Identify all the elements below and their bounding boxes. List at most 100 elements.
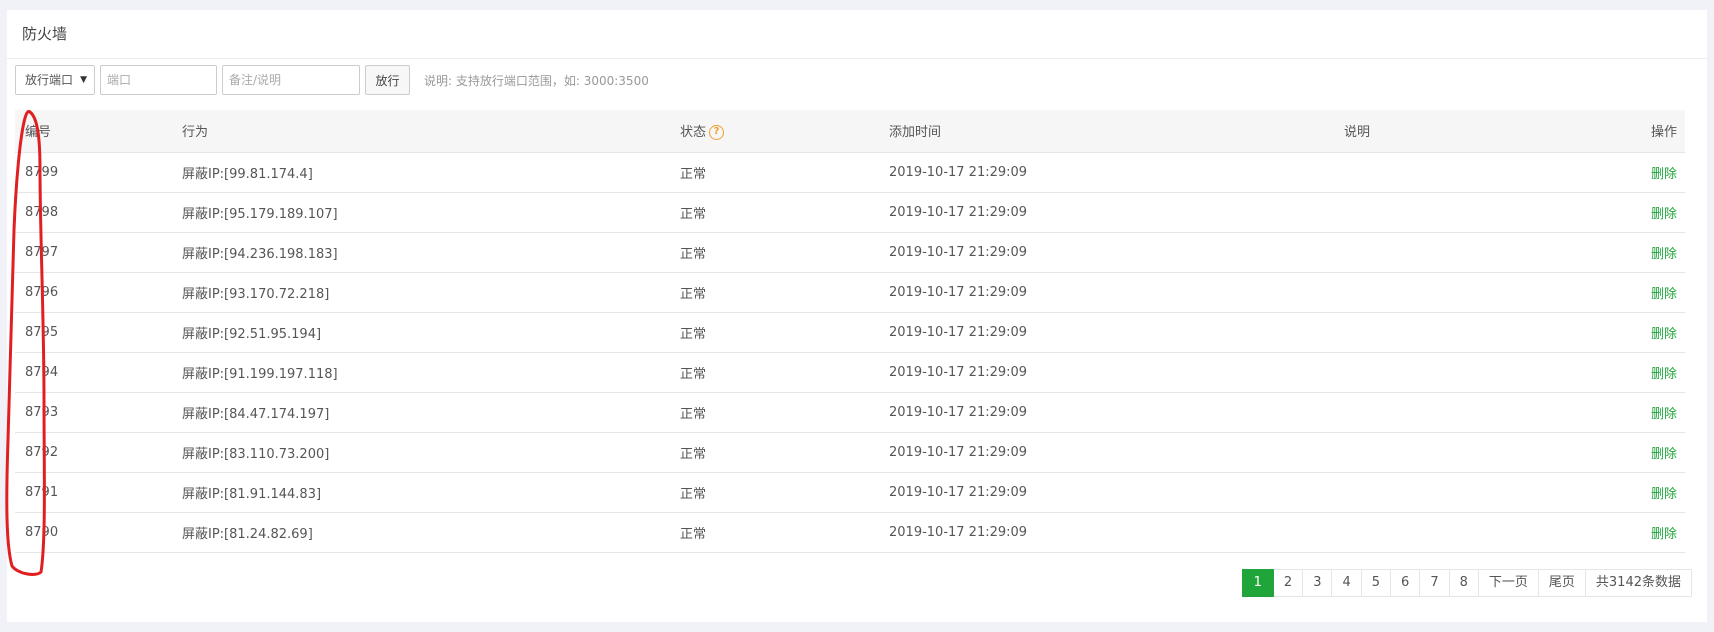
cell-status: 正常	[670, 232, 879, 273]
cell-id: 8799	[15, 152, 172, 193]
cell-action: 屏蔽IP:[93.170.72.218]	[172, 272, 670, 313]
page-5[interactable]: 5	[1361, 569, 1392, 597]
cell-time: 2019-10-17 21:29:09	[879, 512, 1334, 553]
cell-op: 删除	[1610, 232, 1685, 273]
delete-link[interactable]: 删除	[1651, 367, 1677, 382]
cell-id: 8798	[15, 192, 172, 233]
cell-action: 屏蔽IP:[83.110.73.200]	[172, 432, 670, 473]
cell-id: 8794	[15, 352, 172, 393]
cell-status: 正常	[670, 472, 879, 513]
port-input[interactable]	[100, 65, 217, 95]
table-row: 8795 屏蔽IP:[92.51.95.194] 正常 2019-10-17 21:2…	[15, 312, 1685, 353]
cell-status: 正常	[670, 392, 879, 433]
page-3[interactable]: 3	[1303, 569, 1333, 597]
cell-op: 删除	[1610, 392, 1685, 433]
pagination: 1 2 3 4 5 6 7 8 下一页 尾页 共3142条数据	[1241, 569, 1692, 597]
allow-button[interactable]: 放行	[365, 65, 410, 95]
cell-note	[1334, 272, 1610, 313]
cell-status: 正常	[670, 152, 879, 193]
cell-note	[1334, 152, 1610, 193]
cell-action: 屏蔽IP:[91.199.197.118]	[172, 352, 670, 393]
cell-action: 屏蔽IP:[92.51.95.194]	[172, 312, 670, 353]
cell-note	[1334, 472, 1610, 513]
rule-type-select[interactable]: 放行端口 ▼	[15, 65, 95, 95]
cell-op: 删除	[1610, 352, 1685, 393]
table-row: 8797 屏蔽IP:[94.236.198.183] 正常 2019-10-17 21…	[15, 232, 1685, 273]
page-8[interactable]: 8	[1449, 569, 1479, 597]
page-7[interactable]: 7	[1420, 569, 1450, 597]
header-time: 添加时间	[879, 110, 1334, 153]
cell-op: 删除	[1610, 472, 1685, 513]
table-row: 8794 屏蔽IP:[91.199.197.118] 正常 2019-10-17 21…	[15, 352, 1685, 393]
table-row: 8796 屏蔽IP:[93.170.72.218] 正常 2019-10-17 21:…	[15, 272, 1685, 313]
cell-action: 屏蔽IP:[99.81.174.4]	[172, 152, 670, 193]
page-6[interactable]: 6	[1391, 569, 1421, 597]
cell-op: 删除	[1610, 192, 1685, 233]
delete-link[interactable]: 删除	[1651, 167, 1677, 182]
cell-status: 正常	[670, 352, 879, 393]
cell-note	[1334, 432, 1610, 473]
cell-status: 正常	[670, 272, 879, 313]
delete-link[interactable]: 删除	[1651, 207, 1677, 222]
cell-note	[1334, 232, 1610, 273]
delete-link[interactable]: 删除	[1651, 487, 1677, 502]
table-row: 8792 屏蔽IP:[83.110.73.200] 正常 2019-10-17 21:…	[15, 432, 1685, 473]
cell-time: 2019-10-17 21:29:09	[879, 392, 1334, 433]
delete-link[interactable]: 删除	[1651, 247, 1677, 262]
cell-action: 屏蔽IP:[94.236.198.183]	[172, 232, 670, 273]
cell-op: 删除	[1610, 512, 1685, 553]
cell-id: 8791	[15, 472, 172, 513]
cell-time: 2019-10-17 21:29:09	[879, 192, 1334, 233]
page-1[interactable]: 1	[1241, 569, 1274, 597]
delete-link[interactable]: 删除	[1651, 327, 1677, 342]
cell-note	[1334, 512, 1610, 553]
page-4[interactable]: 4	[1332, 569, 1362, 597]
header-note: 说明	[1334, 110, 1610, 153]
cell-id: 8795	[15, 312, 172, 353]
cell-note	[1334, 352, 1610, 393]
delete-link[interactable]: 删除	[1651, 527, 1677, 542]
firewall-table: 编号 行为 状态? 添加时间 说明 操作 8799 屏蔽IP:[99.81.174…	[15, 110, 1685, 553]
cell-op: 删除	[1610, 272, 1685, 313]
cell-time: 2019-10-17 21:29:09	[879, 352, 1334, 393]
cell-note	[1334, 192, 1610, 233]
page-last[interactable]: 尾页	[1538, 569, 1586, 597]
toolbar: 放行端口 ▼ 放行 说明: 支持放行端口范围，如: 3000:3500	[15, 65, 649, 95]
cell-note	[1334, 312, 1610, 353]
cell-status: 正常	[670, 432, 879, 473]
table-row: 8791 屏蔽IP:[81.91.144.83] 正常 2019-10-17 21:2…	[15, 472, 1685, 513]
rule-type-select-value: 放行端口	[25, 73, 74, 87]
page-total: 共3142条数据	[1585, 569, 1692, 597]
cell-time: 2019-10-17 21:29:09	[879, 472, 1334, 513]
hint-text: 说明: 支持放行端口范围，如: 3000:3500	[424, 73, 649, 88]
note-input[interactable]	[222, 65, 360, 95]
cell-action: 屏蔽IP:[81.24.82.69]	[172, 512, 670, 553]
cell-id: 8790	[15, 512, 172, 553]
header-id: 编号	[15, 110, 172, 153]
table-row: 8793 屏蔽IP:[84.47.174.197] 正常 2019-10-17 21:…	[15, 392, 1685, 433]
cell-time: 2019-10-17 21:29:09	[879, 152, 1334, 193]
cell-op: 删除	[1610, 152, 1685, 193]
table-row: 8798 屏蔽IP:[95.179.189.107] 正常 2019-10-17 21…	[15, 192, 1685, 233]
panel-title: 防火墙	[7, 10, 1707, 59]
delete-link[interactable]: 删除	[1651, 447, 1677, 462]
cell-id: 8792	[15, 432, 172, 473]
page-2[interactable]: 2	[1273, 569, 1304, 597]
cell-time: 2019-10-17 21:29:09	[879, 312, 1334, 353]
cell-id: 8797	[15, 232, 172, 273]
cell-op: 删除	[1610, 312, 1685, 353]
cell-time: 2019-10-17 21:29:09	[879, 272, 1334, 313]
header-action: 行为	[172, 110, 670, 153]
page-next[interactable]: 下一页	[1478, 569, 1539, 597]
table-row: 8799 屏蔽IP:[99.81.174.4] 正常 2019-10-17 21:29…	[15, 152, 1685, 193]
delete-link[interactable]: 删除	[1651, 407, 1677, 422]
table-row: 8790 屏蔽IP:[81.24.82.69] 正常 2019-10-17 21:29…	[15, 512, 1685, 553]
cell-status: 正常	[670, 312, 879, 353]
cell-time: 2019-10-17 21:29:09	[879, 432, 1334, 473]
help-circle-icon[interactable]: ?	[709, 125, 725, 141]
cell-op: 删除	[1610, 432, 1685, 473]
table-header-row: 编号 行为 状态? 添加时间 说明 操作	[15, 110, 1685, 153]
cell-id: 8793	[15, 392, 172, 433]
cell-note	[1334, 392, 1610, 433]
delete-link[interactable]: 删除	[1651, 287, 1677, 302]
